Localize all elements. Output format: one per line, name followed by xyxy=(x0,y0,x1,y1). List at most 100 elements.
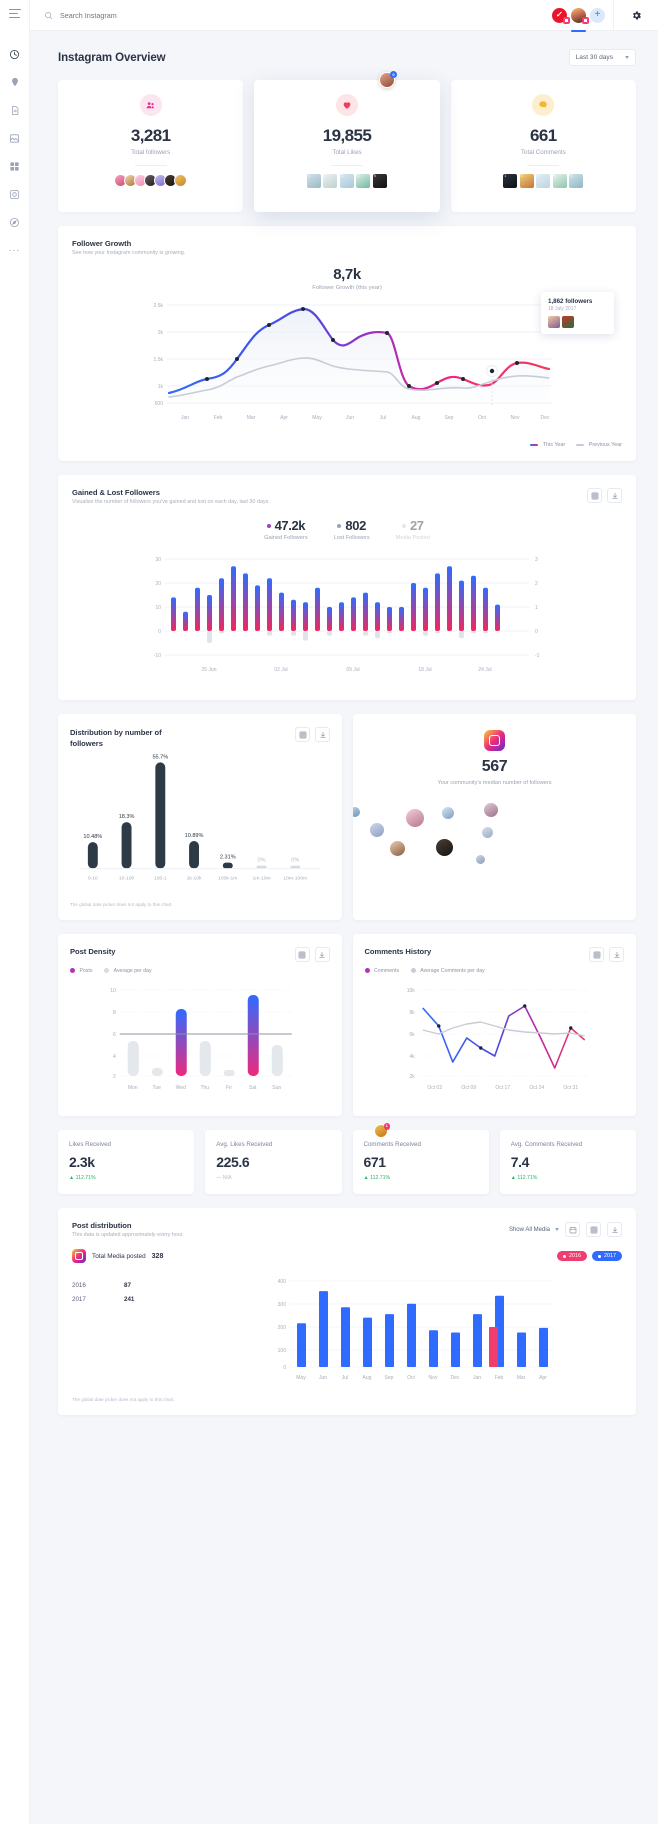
card-subtitle: This data is updated approximately every… xyxy=(72,1232,184,1238)
stat-value: 661 xyxy=(530,126,557,145)
media-thumb[interactable]: 2 xyxy=(323,174,338,188)
svg-text:3: 3 xyxy=(535,557,538,563)
metric-value: 47.2k xyxy=(274,518,306,533)
hamburger-icon[interactable] xyxy=(8,9,21,19)
table-view-icon[interactable] xyxy=(294,947,310,962)
calendar-icon[interactable] xyxy=(565,1222,580,1237)
media-filter-select[interactable]: Show All Media xyxy=(509,1227,559,1233)
total-media-value: 328 xyxy=(151,1252,164,1260)
bar-sat xyxy=(247,995,259,1076)
media-thumb[interactable]: 1 xyxy=(306,174,321,188)
account-switcher: ✓ + xyxy=(552,0,614,32)
sidebar-item-documents[interactable] xyxy=(2,97,28,123)
media-thumb[interactable]: 3 xyxy=(536,174,551,188)
media-thumb[interactable]: 2 xyxy=(519,174,534,188)
media-thumb[interactable]: 5 xyxy=(372,174,387,188)
chart-note: The global date picker does not apply to… xyxy=(72,1397,175,1402)
user-account-avatar[interactable] xyxy=(571,7,589,32)
metric-value: 671 xyxy=(363,1154,387,1170)
media-thumb[interactable]: 5 xyxy=(569,174,584,188)
sidebar-item-images[interactable] xyxy=(2,125,28,151)
card-actions xyxy=(294,947,330,962)
svg-text:Mar: Mar xyxy=(517,1375,526,1381)
stat-label: Total followers xyxy=(131,149,171,156)
card-header: Gained & Lost Followers Visualize the nu… xyxy=(72,488,622,505)
comments-history-chart: 10k 8k 6k 4k 2k Oct 02 Oct 09 Oct 17 Oct 24 Oc… xyxy=(406,988,589,1091)
download-icon[interactable] xyxy=(607,1222,622,1237)
media-thumb[interactable]: 3 xyxy=(339,174,354,188)
main-column: ✓ + Instagram Overview Last 30 days xyxy=(30,0,658,1824)
total-media-row: Total Media posted 328 2016 2017 xyxy=(72,1249,622,1263)
add-account-button[interactable]: + xyxy=(590,7,605,23)
media-thumb xyxy=(548,316,560,328)
svg-text:0: 0 xyxy=(535,629,538,635)
sidebar-item-grid[interactable] xyxy=(2,153,28,179)
post-distribution-chart: 400300200 1000 May Jun Jul Aug Sep Oct N… xyxy=(278,1279,553,1381)
table-view-icon[interactable] xyxy=(589,947,604,962)
download-icon[interactable] xyxy=(314,947,330,962)
avatar xyxy=(475,854,486,865)
floating-avatar-badge: 0 xyxy=(379,71,397,88)
legend-posts: Posts xyxy=(70,968,92,974)
download-icon[interactable] xyxy=(315,727,330,742)
floating-avatar-badge: 1 xyxy=(374,1123,390,1138)
svg-text:02 Jul: 02 Jul xyxy=(274,667,287,673)
svg-text:20: 20 xyxy=(155,581,161,587)
svg-text:8: 8 xyxy=(113,1010,116,1016)
svg-text:Sep: Sep xyxy=(385,1375,394,1381)
svg-text:4: 4 xyxy=(113,1054,116,1060)
nike-account-avatar[interactable]: ✓ xyxy=(552,7,570,24)
card-header: Post distribution This data is updated a… xyxy=(72,1221,622,1238)
topbar: ✓ + xyxy=(30,0,658,32)
metric-label: Comments Received xyxy=(363,1141,421,1148)
dashboard-app: ... ✓ + xyxy=(0,0,658,1824)
svg-text:2: 2 xyxy=(113,1074,116,1080)
search-input[interactable] xyxy=(60,10,220,20)
svg-text:Feb: Feb xyxy=(214,415,223,421)
media-thumb[interactable]: 4 xyxy=(356,174,371,188)
settings-button[interactable] xyxy=(614,10,658,21)
sidebar-item-location[interactable] xyxy=(2,69,28,95)
svg-text:300: 300 xyxy=(278,1302,287,1308)
follower-avatars xyxy=(114,174,188,187)
media-thumb[interactable]: 4 xyxy=(552,174,567,188)
distribution-chart: 10.48% 18.3% 55.7% 10.89% 2.31% 0% 0% 0-10 10… xyxy=(79,754,321,882)
avatar xyxy=(353,806,361,818)
table-view-icon[interactable] xyxy=(587,488,602,503)
stat-card-comments: 661 Total Comments 1 2 3 4 5 xyxy=(450,80,636,212)
avatar xyxy=(481,826,494,839)
content-area: Instagram Overview Last 30 days 0 3,281 xyxy=(30,31,658,1824)
legend-previous-year: Previous Year xyxy=(576,442,622,448)
metric-value: 27 xyxy=(409,518,424,533)
metric-media-posted[interactable]: 27 Media Posted xyxy=(396,518,430,541)
metric-label: Avg. Likes Received xyxy=(216,1141,273,1148)
avatar xyxy=(174,174,188,187)
growth-value: 8,7k xyxy=(333,266,361,283)
total-media-label: Total Media posted xyxy=(92,1252,146,1260)
svg-text:55.7%: 55.7% xyxy=(152,754,168,760)
sidebar-item-explore[interactable] xyxy=(2,209,28,235)
media-thumb[interactable]: 1 xyxy=(503,174,518,188)
sidebar-item-camera[interactable] xyxy=(2,181,28,207)
download-icon[interactable] xyxy=(607,488,622,503)
sidebar-item-analytics[interactable] xyxy=(2,41,28,67)
legend-2017[interactable]: 2017 xyxy=(592,1251,622,1261)
bar-wed xyxy=(175,1009,187,1076)
date-range-select[interactable]: Last 30 days xyxy=(568,49,636,66)
legend-2016[interactable]: 2016 xyxy=(557,1251,587,1261)
badge-count: 1 xyxy=(383,1123,390,1130)
svg-text:Oct 24: Oct 24 xyxy=(529,1085,544,1091)
table-view-icon[interactable] xyxy=(295,727,310,742)
sidebar-more[interactable]: ... xyxy=(9,243,20,254)
svg-text:-1: -1 xyxy=(535,653,540,659)
download-icon[interactable] xyxy=(609,947,624,962)
svg-text:1k: 1k xyxy=(158,384,164,390)
metric-value: 2.3k xyxy=(69,1154,95,1170)
metric-cards-row: 1 Likes Received 2.3k ▲ 112.71% Avg. Lik… xyxy=(58,1123,636,1194)
svg-text:Jan: Jan xyxy=(473,1375,481,1381)
card-subtitle: Visualize the number of followers you've… xyxy=(72,499,270,505)
table-view-icon[interactable] xyxy=(586,1222,601,1237)
left-sidebar: ... xyxy=(0,0,30,1824)
growth-label: Follower Growth (this year) xyxy=(312,285,382,291)
svg-text:100-1: 100-1 xyxy=(154,876,167,882)
